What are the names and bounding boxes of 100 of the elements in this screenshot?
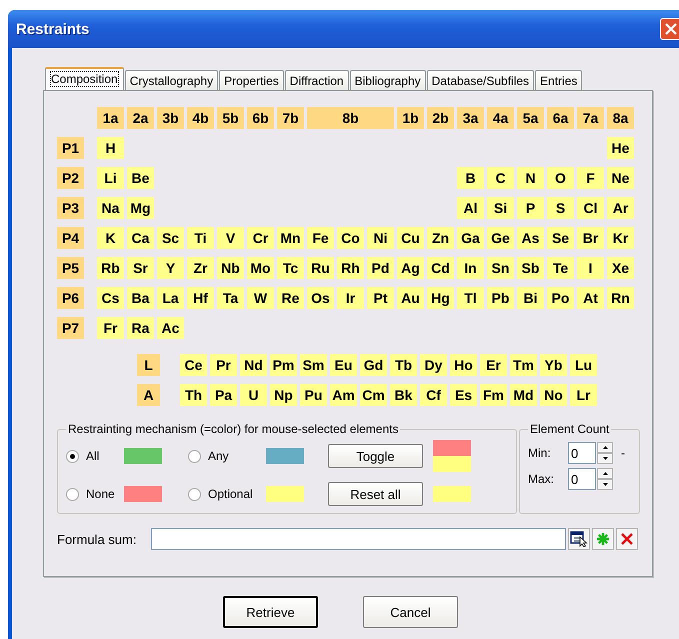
retrieve-button[interactable]: Retrieve — [223, 596, 318, 628]
element-cell[interactable]: Sc — [157, 227, 184, 249]
group-header[interactable]: 2a — [127, 107, 154, 129]
element-cell[interactable]: Cm — [360, 384, 387, 406]
element-cell[interactable]: Cs — [97, 287, 124, 309]
element-cell[interactable]: Mo — [247, 257, 274, 279]
element-cell[interactable]: Na — [97, 197, 124, 219]
element-cell[interactable]: Ni — [367, 227, 394, 249]
element-cell[interactable]: Ar — [607, 197, 634, 219]
element-cell[interactable]: Mn — [277, 227, 304, 249]
element-cell[interactable]: Ce — [180, 354, 207, 376]
element-cell[interactable]: Tb — [390, 354, 417, 376]
group-header[interactable]: 4b — [187, 107, 214, 129]
group-header[interactable]: 4a — [487, 107, 514, 129]
element-cell[interactable]: Lr — [570, 384, 597, 406]
element-cell[interactable]: Ir — [337, 287, 364, 309]
element-cell[interactable]: Ho — [450, 354, 477, 376]
option-label[interactable]: Any — [208, 449, 266, 463]
element-cell[interactable]: Zn — [427, 227, 454, 249]
element-cell[interactable]: Ge — [487, 227, 514, 249]
element-cell[interactable]: Os — [307, 287, 334, 309]
number-field[interactable]: 0 — [568, 468, 596, 490]
element-cell[interactable]: Li — [97, 167, 124, 189]
element-cell[interactable]: Pd — [367, 257, 394, 279]
tab[interactable]: Entries — [535, 70, 582, 90]
element-cell[interactable]: Gd — [360, 354, 387, 376]
tab[interactable]: Database/Subfiles — [426, 70, 534, 90]
element-cell[interactable]: Rb — [97, 257, 124, 279]
element-cell[interactable]: Ac — [157, 317, 184, 339]
element-cell[interactable]: Er — [480, 354, 507, 376]
element-cell[interactable]: W — [247, 287, 274, 309]
option-label[interactable]: All — [86, 449, 124, 463]
element-cell[interactable]: Tc — [277, 257, 304, 279]
group-header[interactable]: 7b — [277, 107, 304, 129]
tab[interactable]: Bibliography — [350, 70, 426, 90]
element-cell[interactable]: Br — [577, 227, 604, 249]
element-cell[interactable]: Ca — [127, 227, 154, 249]
element-cell[interactable]: Th — [180, 384, 207, 406]
element-cell[interactable]: Ne — [607, 167, 634, 189]
element-cell[interactable]: Pr — [210, 354, 237, 376]
element-cell[interactable]: Ga — [457, 227, 484, 249]
group-header[interactable]: 6b — [247, 107, 274, 129]
element-cell[interactable]: Cl — [577, 197, 604, 219]
element-cell[interactable]: Md — [510, 384, 537, 406]
element-cell[interactable]: V — [217, 227, 244, 249]
element-cell[interactable]: He — [607, 137, 634, 159]
element-cell[interactable]: Al — [457, 197, 484, 219]
element-cell[interactable]: Eu — [330, 354, 357, 376]
element-cell[interactable]: Cu — [397, 227, 424, 249]
element-cell[interactable]: Ta — [217, 287, 244, 309]
element-cell[interactable]: Cr — [247, 227, 274, 249]
reset-button[interactable]: Reset all — [328, 482, 423, 506]
element-cell[interactable]: Fm — [480, 384, 507, 406]
element-cell[interactable]: Pa — [210, 384, 237, 406]
element-cell[interactable]: Se — [547, 227, 574, 249]
element-cell[interactable]: Fr — [97, 317, 124, 339]
element-cell[interactable]: Pb — [487, 287, 514, 309]
period-label[interactable]: P3 — [57, 197, 84, 219]
element-cell[interactable]: Ra — [127, 317, 154, 339]
option-label[interactable]: None — [86, 487, 124, 501]
period-label[interactable]: P5 — [57, 257, 84, 279]
period-label[interactable]: P6 — [57, 287, 84, 309]
element-cell[interactable]: Zr — [187, 257, 214, 279]
element-cell[interactable]: U — [240, 384, 267, 406]
group-header[interactable]: 8b — [307, 107, 394, 129]
element-cell[interactable]: Lu — [570, 354, 597, 376]
group-header[interactable]: 5b — [217, 107, 244, 129]
element-cell[interactable]: Yb — [540, 354, 567, 376]
number-field[interactable]: 0 — [568, 442, 596, 464]
tab[interactable]: Composition — [45, 67, 124, 90]
element-cell[interactable]: P — [517, 197, 544, 219]
element-cell[interactable]: Ti — [187, 227, 214, 249]
element-cell[interactable]: Ag — [397, 257, 424, 279]
element-cell[interactable]: As — [517, 227, 544, 249]
element-cell[interactable]: At — [577, 287, 604, 309]
element-cell[interactable]: Am — [330, 384, 357, 406]
element-cell[interactable]: N — [517, 167, 544, 189]
period-label[interactable]: P1 — [57, 137, 84, 159]
element-cell[interactable]: Y — [157, 257, 184, 279]
group-header[interactable]: 1a — [97, 107, 124, 129]
period-label[interactable]: P7 — [57, 317, 84, 339]
element-cell[interactable]: Dy — [420, 354, 447, 376]
element-cell[interactable]: Cf — [420, 384, 447, 406]
element-cell[interactable]: Sn — [487, 257, 514, 279]
group-header[interactable]: 1b — [397, 107, 424, 129]
element-cell[interactable]: Re — [277, 287, 304, 309]
element-cell[interactable]: Pu — [300, 384, 327, 406]
group-header[interactable]: 7a — [577, 107, 604, 129]
element-cell[interactable]: F — [577, 167, 604, 189]
group-header[interactable]: 5a — [517, 107, 544, 129]
element-cell[interactable]: Rh — [337, 257, 364, 279]
element-cell[interactable]: Sb — [517, 257, 544, 279]
element-cell[interactable]: No — [540, 384, 567, 406]
element-cell[interactable]: Be — [127, 167, 154, 189]
element-cell[interactable]: Cd — [427, 257, 454, 279]
tab[interactable]: Diffraction — [284, 70, 349, 90]
element-cell[interactable]: C — [487, 167, 514, 189]
element-cell[interactable]: H — [97, 137, 124, 159]
element-cell[interactable]: Si — [487, 197, 514, 219]
toggle-button[interactable]: Toggle — [328, 444, 423, 468]
